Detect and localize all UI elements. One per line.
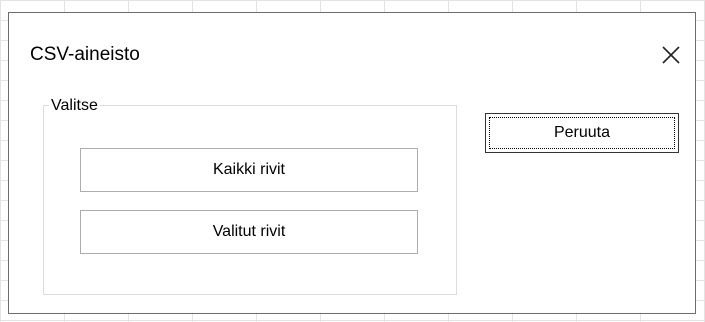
groupbox-legend: Valitse (49, 97, 100, 115)
close-button[interactable] (653, 37, 689, 73)
dialog-title: CSV-aineisto (30, 44, 140, 65)
cancel-button[interactable]: Peruuta (485, 113, 679, 153)
close-icon (662, 46, 680, 64)
all-rows-button[interactable]: Kaikki rivit (80, 148, 418, 192)
cancel-button-label: Peruuta (553, 124, 611, 141)
csv-dialog: CSV-aineisto Valitse Kaikki rivit Valitu… (8, 12, 696, 314)
selected-rows-button[interactable]: Valitut rivit (80, 210, 418, 254)
selection-groupbox (43, 105, 457, 295)
dialog-titlebar: CSV-aineisto (9, 13, 695, 85)
